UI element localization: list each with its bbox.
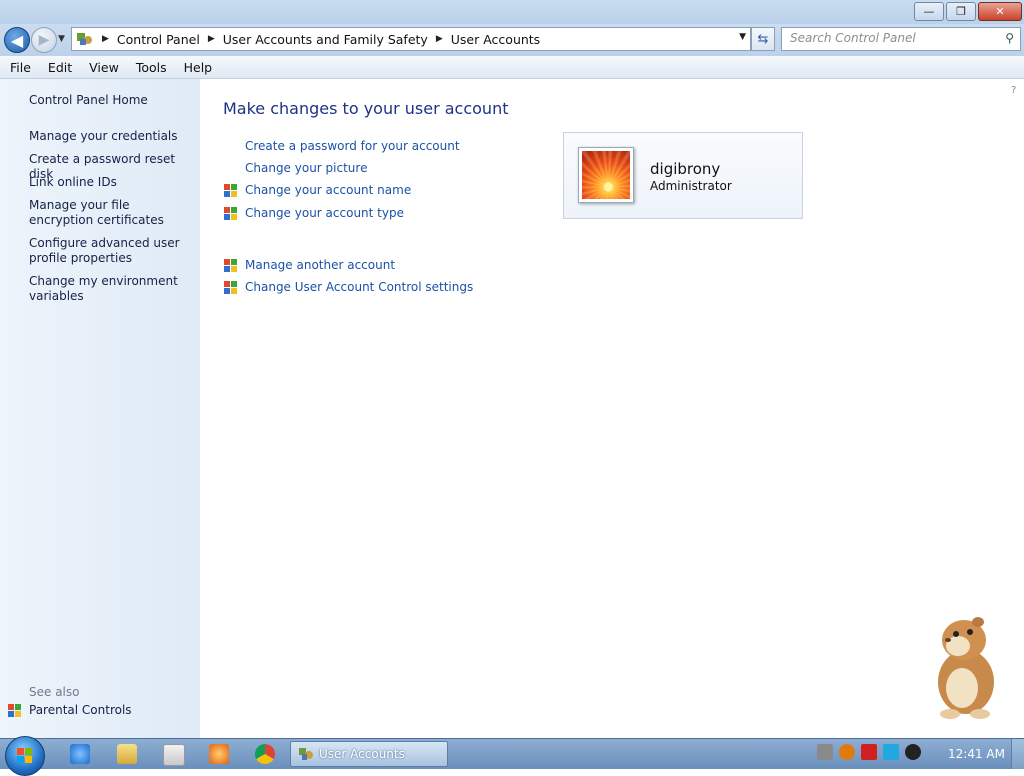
menu-help[interactable]: Help — [174, 60, 220, 75]
svg-text:?: ? — [1011, 85, 1016, 95]
restore-button[interactable]: ❐ — [946, 2, 976, 21]
control-panel-icon — [299, 747, 313, 761]
shield-icon — [224, 184, 237, 197]
create-password-link[interactable]: Create a password for your account — [245, 139, 460, 153]
breadcrumb-separator[interactable]: ▶ — [102, 34, 109, 44]
start-button[interactable] — [5, 736, 45, 776]
breadcrumb-user-accounts[interactable]: User Accounts — [451, 32, 540, 47]
uac-settings-link[interactable]: Change User Account Control settings — [245, 280, 473, 294]
file-encryption-link[interactable]: Manage your file encryption certificates — [29, 198, 189, 228]
see-also-heading: See also — [29, 685, 80, 699]
show-desktop-button[interactable] — [1011, 739, 1024, 769]
shield-icon — [224, 281, 237, 294]
parental-controls-link[interactable]: Parental Controls — [29, 703, 132, 717]
flower-picture — [582, 151, 630, 199]
shield-icon — [224, 259, 237, 272]
file-explorer-icon[interactable] — [117, 744, 137, 764]
shield-icon — [8, 704, 21, 717]
network-icon[interactable] — [883, 744, 899, 760]
tray-search-icon[interactable] — [839, 744, 855, 760]
search-icon[interactable]: ⚲ — [1005, 31, 1014, 45]
page-title: Make changes to your user account — [223, 99, 509, 118]
refresh-button[interactable]: ⇆ — [751, 27, 775, 51]
account-card: digibrony Administrator — [563, 132, 803, 219]
menu-tools[interactable]: Tools — [126, 60, 174, 75]
advanced-profile-link[interactable]: Configure advanced user profile properti… — [29, 236, 189, 266]
tray-app-icon[interactable] — [817, 744, 833, 760]
menu-edit[interactable]: Edit — [38, 60, 79, 75]
search-box[interactable]: ⚲ — [781, 27, 1021, 51]
account-role: Administrator — [650, 179, 732, 193]
clock[interactable]: 12:41 AM — [948, 747, 1005, 761]
breadcrumb-control-panel[interactable]: Control Panel — [117, 32, 200, 47]
navigation-bar: ◀ ▶ ▼ ▶ Control Panel ▶ User Accounts an… — [0, 24, 1024, 56]
menu-view[interactable]: View — [79, 60, 126, 75]
internet-explorer-icon[interactable] — [70, 744, 90, 764]
help-icon[interactable]: ? — [1010, 83, 1020, 95]
change-picture-link[interactable]: Change your picture — [245, 161, 367, 175]
volume-icon[interactable] — [905, 744, 921, 760]
breadcrumb-separator[interactable]: ▶ — [436, 34, 443, 44]
main-content: Make changes to your user account Create… — [200, 79, 1024, 738]
app-icon[interactable] — [209, 744, 229, 764]
system-tray — [817, 744, 921, 760]
address-bar[interactable]: ▶ Control Panel ▶ User Accounts and Fami… — [71, 27, 751, 51]
window-controls: — ❐ ✕ — [914, 2, 1022, 21]
task-pane: Control Panel Home Manage your credentia… — [0, 79, 200, 738]
manage-another-account-link[interactable]: Manage another account — [245, 258, 395, 272]
control-panel-home-link[interactable]: Control Panel Home — [29, 93, 189, 108]
change-account-type-link[interactable]: Change your account type — [245, 206, 404, 220]
hamster-gadget-icon[interactable] — [918, 612, 1010, 720]
recent-pages-dropdown[interactable]: ▼ — [58, 34, 65, 44]
search-input[interactable] — [782, 28, 1000, 48]
media-player-icon[interactable] — [163, 744, 185, 766]
account-name: digibrony — [650, 160, 721, 178]
address-dropdown-icon[interactable]: ▼ — [739, 32, 746, 42]
menu-file[interactable]: File — [0, 60, 38, 75]
back-button[interactable]: ◀ — [4, 27, 30, 53]
menu-bar: File Edit View Tools Help — [0, 56, 1024, 79]
taskbar-task-label: User Accounts — [319, 747, 405, 761]
chrome-icon[interactable] — [255, 744, 275, 764]
taskbar-user-accounts[interactable]: User Accounts — [290, 741, 448, 767]
link-online-ids-link[interactable]: Link online IDs — [29, 175, 189, 190]
shield-icon — [224, 207, 237, 220]
manage-credentials-link[interactable]: Manage your credentials — [29, 129, 189, 144]
minimize-button[interactable]: — — [914, 2, 944, 21]
close-button[interactable]: ✕ — [978, 2, 1022, 21]
action-center-flag-icon[interactable] — [861, 744, 877, 760]
taskbar: User Accounts 12:41 AM — [0, 736, 1024, 776]
control-panel-icon — [76, 31, 94, 47]
environment-variables-link[interactable]: Change my environment variables — [29, 274, 189, 304]
breadcrumb-separator[interactable]: ▶ — [208, 34, 215, 44]
avatar — [578, 147, 634, 203]
change-account-name-link[interactable]: Change your account name — [245, 183, 411, 197]
breadcrumb-user-accounts-family-safety[interactable]: User Accounts and Family Safety — [223, 32, 428, 47]
title-bar: — ❐ ✕ — [0, 0, 1024, 24]
windows-logo-icon — [17, 748, 33, 764]
forward-button[interactable]: ▶ — [31, 27, 57, 53]
